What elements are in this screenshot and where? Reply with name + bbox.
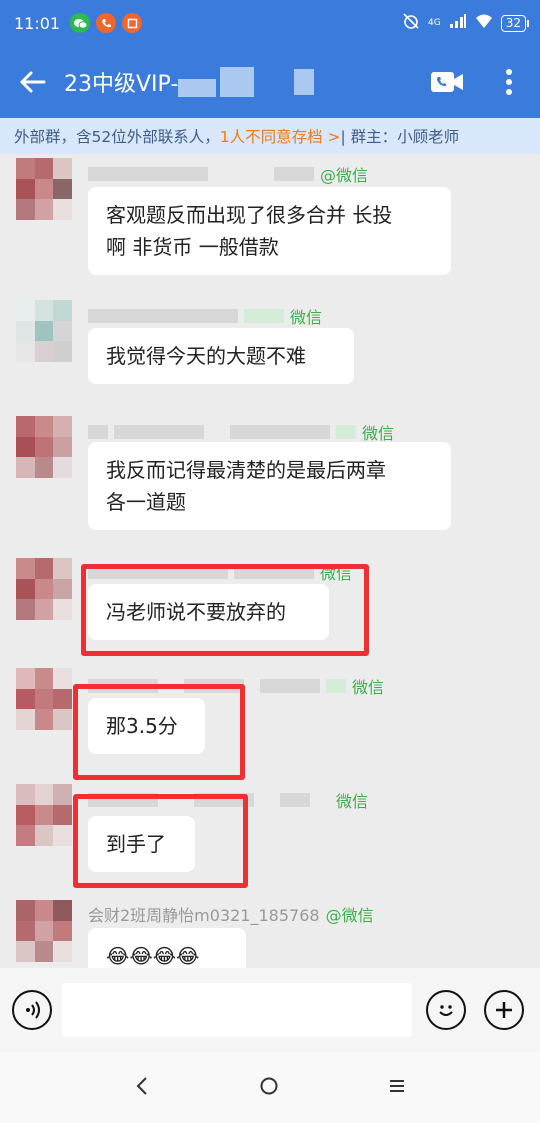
more-options-button[interactable] — [478, 46, 540, 118]
message-bubble[interactable]: 😂😂😂😂 — [88, 928, 246, 968]
message-text: 各一道题 — [106, 490, 186, 514]
add-attachment-button[interactable] — [484, 990, 524, 1030]
sender-line: 微信 — [88, 420, 394, 444]
redacted-title-block — [220, 67, 255, 97]
sender-line: 微信 — [88, 304, 322, 328]
alarm-off-icon — [402, 12, 420, 34]
wechat-source-label: 微信 — [290, 308, 323, 327]
app-bar: 23中级VIP- — [0, 46, 540, 118]
redacted-sender-name — [230, 425, 330, 439]
app-notification-icon — [122, 13, 143, 33]
arrow-left-icon — [20, 71, 46, 93]
wechat-source-label: 微信 — [336, 792, 369, 811]
redacted-sender-name — [326, 679, 346, 693]
avatar[interactable] — [16, 416, 72, 478]
nav-back-button[interactable] — [134, 1076, 150, 1100]
video-call-button[interactable] — [416, 46, 478, 118]
message-list[interactable]: @微信 客观题反而出现了很多合并 长投 啊 非货币 一般借款 微信 我觉得今天的… — [0, 154, 540, 968]
redacted-sender-name — [88, 309, 238, 323]
redacted-sender-name — [88, 167, 208, 181]
external-members-text: 外部群，含52位外部联系人， — [14, 128, 220, 146]
message-bubble[interactable]: 客观题反而出现了很多合并 长投 啊 非货币 一般借款 — [88, 187, 451, 275]
redacted-sender-name — [260, 679, 320, 693]
voice-icon — [26, 1001, 40, 1019]
message-text: 啊 非货币 一般借款 — [106, 235, 279, 259]
message-bubble[interactable]: 我觉得今天的大题不难 — [88, 328, 354, 384]
status-bar: 11:01 4G 32 — [0, 0, 540, 46]
more-vertical-icon — [506, 69, 512, 95]
avatar[interactable] — [16, 668, 72, 730]
menu-lines-icon — [389, 1079, 404, 1092]
signal-icon — [449, 13, 467, 33]
redacted-sender-name — [114, 425, 204, 439]
redacted-sender-name — [274, 167, 314, 181]
wechat-source-label: @微信 — [325, 906, 374, 925]
avatar[interactable] — [16, 158, 72, 220]
voice-input-button[interactable] — [12, 990, 52, 1030]
emoji-button[interactable] — [426, 990, 466, 1030]
redacted-title-block — [294, 69, 315, 95]
nav-menu-button[interactable] — [388, 1078, 406, 1098]
archive-consent-link[interactable]: 1人不同意存档 > — [220, 125, 341, 147]
avatar[interactable] — [16, 784, 72, 846]
group-info-bar[interactable]: 外部群，含52位外部联系人， 1人不同意存档 > | 群主：小顾老师 — [0, 118, 540, 154]
network-label: 4G — [428, 18, 441, 28]
message-text: 我反而记得最清楚的是最后两章 — [106, 458, 386, 482]
highlight-box — [73, 794, 248, 888]
redacted-sender-name — [336, 425, 356, 439]
redacted-sender-name — [280, 793, 310, 807]
redacted-title-block — [178, 79, 217, 97]
call-notification-icon — [96, 13, 117, 33]
triangle-back-icon — [136, 1076, 148, 1095]
highlight-box — [73, 684, 245, 780]
battery-indicator: 32 — [500, 14, 530, 32]
avatar[interactable] — [16, 300, 72, 362]
wechat-source-label: @微信 — [320, 166, 369, 185]
wechat-source-label: 微信 — [362, 424, 395, 443]
chat-title-text: 23中级VIP- — [64, 72, 179, 97]
group-owner-text: | 群主：小顾老师 — [340, 128, 460, 146]
chat-title: 23中级VIP- — [64, 66, 315, 98]
message-input[interactable] — [62, 983, 412, 1037]
wifi-icon — [475, 13, 493, 33]
status-right-icons: 4G 32 — [402, 12, 530, 34]
wechat-notification-icon — [70, 13, 91, 33]
redacted-sender-name — [88, 425, 108, 439]
back-button[interactable] — [0, 46, 64, 118]
sender-name: 会财2班周静怡m0321_185768 — [88, 906, 320, 925]
message-text: 😂😂😂😂 — [106, 944, 200, 968]
nav-home-button[interactable] — [259, 1076, 279, 1100]
system-nav-bar — [0, 1052, 540, 1123]
message-text: 客观题反而出现了很多合并 长投 — [106, 203, 393, 227]
plus-icon — [496, 1002, 512, 1018]
redacted-sender-name — [244, 309, 284, 323]
message-text: 我觉得今天的大题不难 — [106, 344, 306, 368]
highlight-box — [81, 564, 369, 656]
avatar[interactable] — [16, 558, 72, 620]
avatar[interactable] — [16, 900, 72, 962]
message-bubble[interactable]: 我反而记得最清楚的是最后两章 各一道题 — [88, 442, 451, 530]
circle-home-icon — [260, 1077, 278, 1094]
wechat-source-label: 微信 — [352, 678, 385, 697]
video-call-icon — [431, 72, 463, 92]
status-time: 11:01 — [14, 13, 61, 33]
sender-line: 会财2班周静怡m0321_185768 @微信 — [88, 902, 374, 926]
smiley-icon — [439, 1005, 453, 1016]
input-bar — [0, 968, 540, 1052]
sender-line: @微信 — [88, 162, 368, 186]
